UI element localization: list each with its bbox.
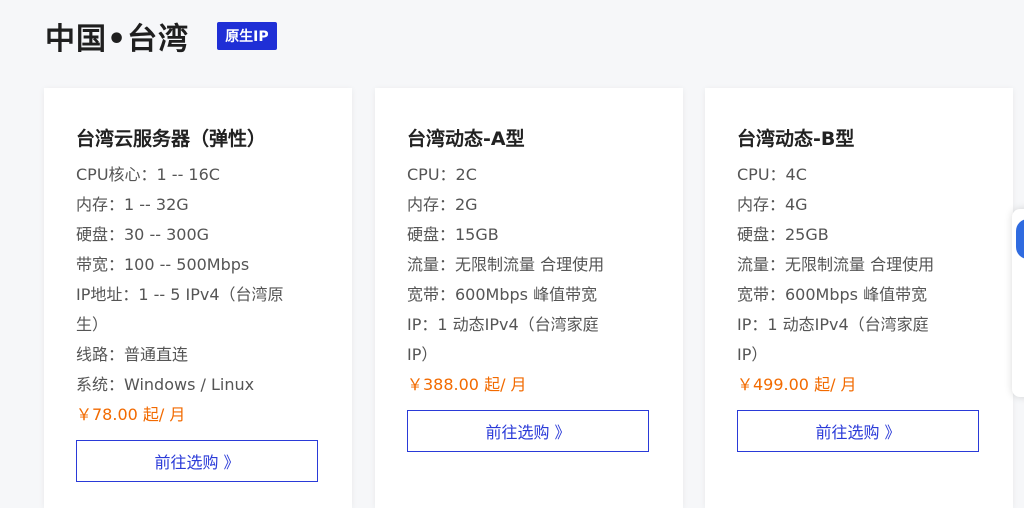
product-card-elastic: 台湾云服务器（弹性） CPU核心：1 -- 16C 内存：1 -- 32G 硬盘… xyxy=(44,88,352,508)
buy-button[interactable]: 前往选购 》 xyxy=(76,440,318,482)
buy-button[interactable]: 前往选购 》 xyxy=(737,410,979,452)
spec-disk: 硬盘：15GB xyxy=(407,225,499,244)
floating-service-widget[interactable] xyxy=(1012,209,1024,397)
price: ￥499.00 起/ 月 xyxy=(737,375,857,394)
buy-button[interactable]: 前往选购 》 xyxy=(407,410,649,452)
spec-memory: 内存：1 -- 32G xyxy=(76,195,189,214)
spec-traffic: 流量：无限制流量 合理使用 xyxy=(737,255,935,274)
spec-os: 系统：Windows / Linux xyxy=(76,375,255,394)
spec-list: CPU：2C 内存：2G 硬盘：15GB 流量：无限制流量 合理使用 宽带：60… xyxy=(407,160,657,400)
spec-line: 线路：普通直连 xyxy=(76,345,189,364)
native-ip-badge: 原生IP xyxy=(217,22,277,50)
spec-bandwidth: 带宽：100 -- 500Mbps xyxy=(76,255,250,274)
spec-ip: IP地址：1 -- 5 IPv4（台湾原 xyxy=(76,285,284,304)
spec-ip-cont: IP） xyxy=(737,345,768,364)
spec-ip: IP：1 动态IPv4（台湾家庭 xyxy=(737,315,929,334)
spec-bandwidth: 宽带：600Mbps 峰值带宽 xyxy=(737,285,928,304)
spec-list: CPU核心：1 -- 16C 内存：1 -- 32G 硬盘：30 -- 300G… xyxy=(76,160,326,430)
spec-cpu: CPU：4C xyxy=(737,165,807,184)
price: ￥78.00 起/ 月 xyxy=(76,405,186,424)
spec-memory: 内存：2G xyxy=(407,195,478,214)
spec-cpu: CPU核心：1 -- 16C xyxy=(76,165,220,184)
spec-ip: IP：1 动态IPv4（台湾家庭 xyxy=(407,315,599,334)
spec-ip-cont: IP） xyxy=(407,345,438,364)
spec-disk: 硬盘：30 -- 300G xyxy=(76,225,210,244)
product-card-dynamic-b: 台湾动态-B型 CPU：4C 内存：4G 硬盘：25GB 流量：无限制流量 合理… xyxy=(705,88,1013,508)
spec-disk: 硬盘：25GB xyxy=(737,225,829,244)
card-title: 台湾动态-A型 xyxy=(407,128,525,150)
chat-icon[interactable] xyxy=(1016,219,1024,259)
card-title: 台湾动态-B型 xyxy=(737,128,855,150)
price: ￥388.00 起/ 月 xyxy=(407,375,527,394)
spec-list: CPU：4C 内存：4G 硬盘：25GB 流量：无限制流量 合理使用 宽带：60… xyxy=(737,160,987,400)
card-title: 台湾云服务器（弹性） xyxy=(76,128,267,150)
spec-memory: 内存：4G xyxy=(737,195,808,214)
spec-bandwidth: 宽带：600Mbps 峰值带宽 xyxy=(407,285,598,304)
spec-ip-cont: 生） xyxy=(76,315,109,334)
page-header: 中国•台湾 原生IP xyxy=(45,14,277,58)
product-card-dynamic-a: 台湾动态-A型 CPU：2C 内存：2G 硬盘：15GB 流量：无限制流量 合理… xyxy=(375,88,683,508)
spec-cpu: CPU：2C xyxy=(407,165,477,184)
page-title: 中国•台湾 xyxy=(45,22,190,57)
spec-traffic: 流量：无限制流量 合理使用 xyxy=(407,255,605,274)
